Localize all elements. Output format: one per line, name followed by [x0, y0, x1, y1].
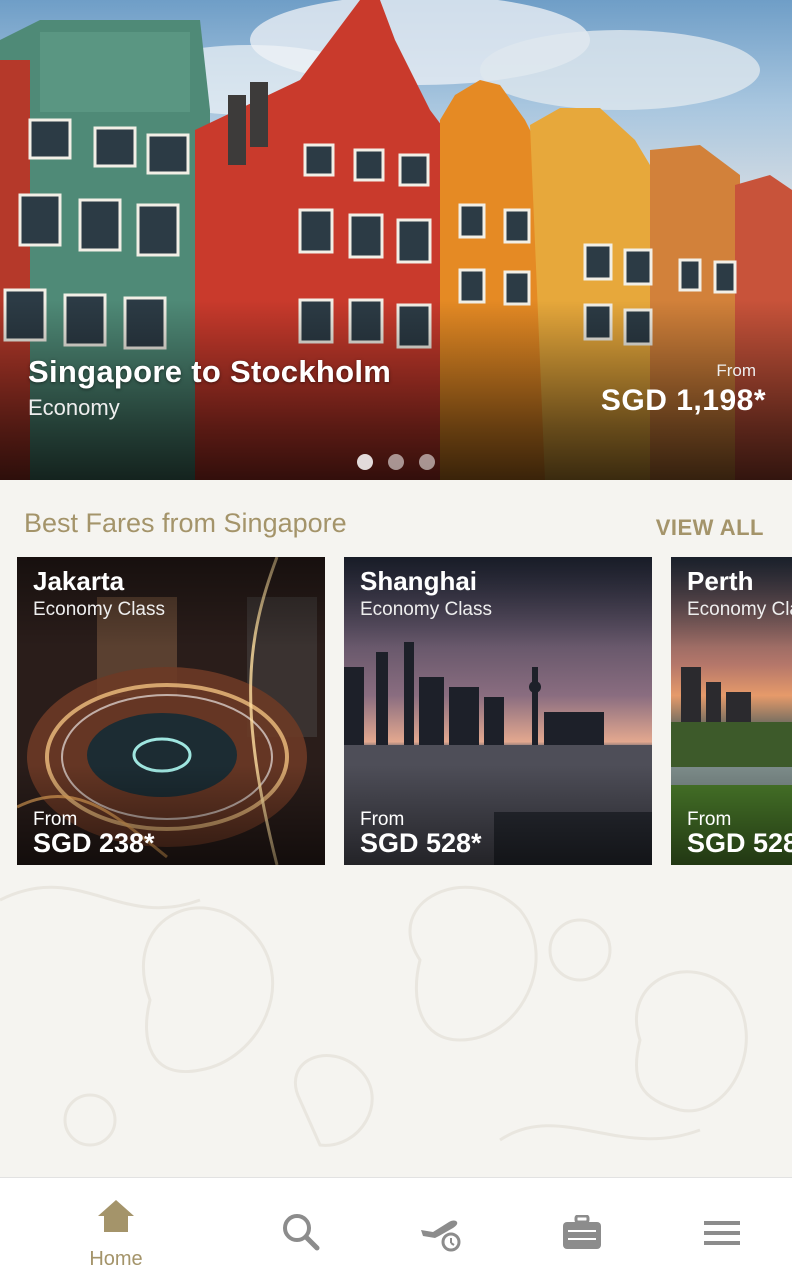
- hero-route-title: Singapore to Stockholm: [28, 354, 392, 389]
- carousel-dot[interactable]: [419, 454, 435, 470]
- card-cabin-class: Economy Class: [33, 599, 165, 620]
- bottom-navigation-bar: Home: [0, 1177, 792, 1280]
- menu-icon: [704, 1221, 740, 1245]
- flight-status-icon: [421, 1220, 461, 1252]
- view-all-link[interactable]: VIEW ALL: [656, 515, 764, 541]
- nav-home[interactable]: Home: [56, 1178, 176, 1280]
- card-price: SGD 528*: [687, 828, 792, 858]
- home-icon: [98, 1200, 134, 1232]
- fare-card-perth[interactable]: Perth Economy Class From SGD 528*: [671, 557, 792, 865]
- nav-search[interactable]: [241, 1178, 361, 1280]
- hero-from-label: From: [716, 361, 756, 380]
- hero-cabin-class: Economy: [28, 395, 120, 420]
- nav-flight-status[interactable]: [382, 1178, 502, 1280]
- card-city: Jakarta: [33, 566, 125, 596]
- card-cabin-class: Economy Class: [360, 599, 492, 620]
- carousel-dot[interactable]: [388, 454, 404, 470]
- hero-banner[interactable]: Singapore to Stockholm Economy From SGD …: [0, 0, 792, 480]
- fare-card-jakarta[interactable]: Jakarta Economy Class From SGD 238*: [17, 557, 325, 865]
- card-city: Perth: [687, 566, 754, 596]
- section-title: Best Fares from Singapore: [24, 508, 347, 538]
- nav-home-label: Home: [89, 1248, 143, 1270]
- hero-price: SGD 1,198*: [600, 384, 766, 417]
- card-price: SGD 528*: [360, 828, 482, 858]
- carousel-indicator: [357, 454, 435, 470]
- card-cabin-class: Economy Class: [687, 599, 792, 620]
- nav-my-trips[interactable]: [522, 1178, 642, 1280]
- fare-card-shanghai[interactable]: Shanghai Economy Class From SGD 528*: [344, 557, 652, 865]
- carousel-dot[interactable]: [357, 454, 373, 470]
- card-city: Shanghai: [360, 566, 478, 596]
- card-price: SGD 238*: [33, 828, 155, 858]
- nav-menu[interactable]: [662, 1178, 782, 1280]
- fare-cards-carousel[interactable]: Jakarta Economy Class From SGD 238* Shan…: [17, 557, 792, 865]
- search-icon: [283, 1214, 320, 1251]
- briefcase-icon: [563, 1215, 601, 1249]
